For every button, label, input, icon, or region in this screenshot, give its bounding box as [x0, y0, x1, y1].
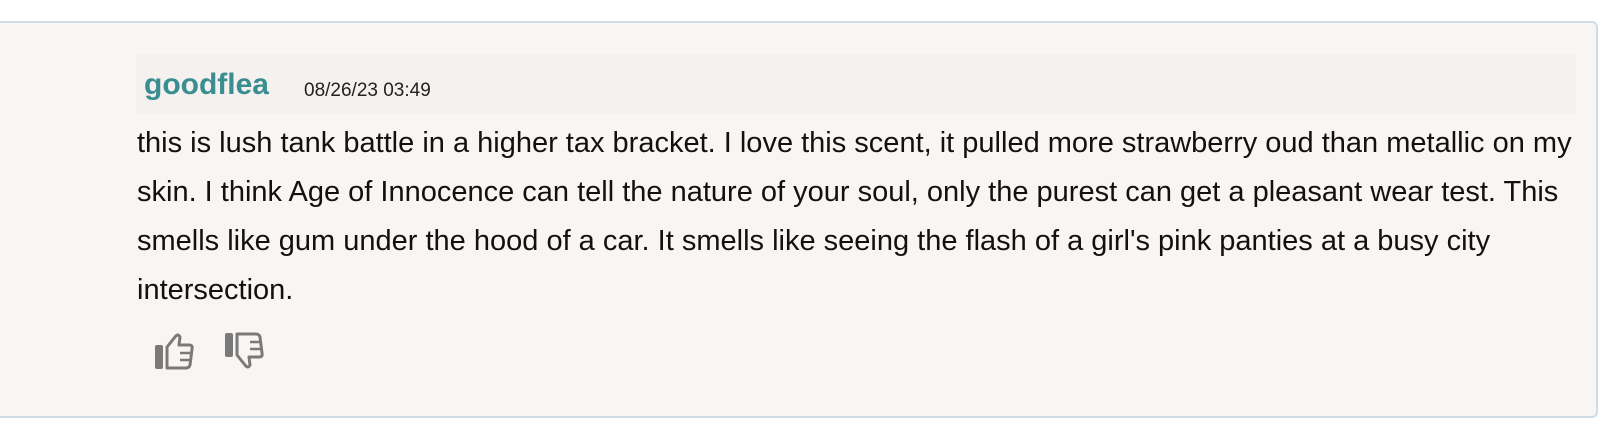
- review-header: goodflea 08/26/23 03:49: [136, 54, 1576, 114]
- thumbs-up-icon: [155, 333, 194, 370]
- review-card: goodflea 08/26/23 03:49 this is lush tan…: [0, 21, 1598, 418]
- review-text: this is lush tank battle in a higher tax…: [137, 127, 1572, 306]
- username-link[interactable]: goodflea: [144, 68, 269, 102]
- upvote-button[interactable]: [154, 331, 196, 371]
- thumbs-down-icon: [225, 332, 264, 369]
- downvote-button[interactable]: [224, 331, 266, 371]
- review-timestamp: 08/26/23 03:49: [304, 80, 431, 101]
